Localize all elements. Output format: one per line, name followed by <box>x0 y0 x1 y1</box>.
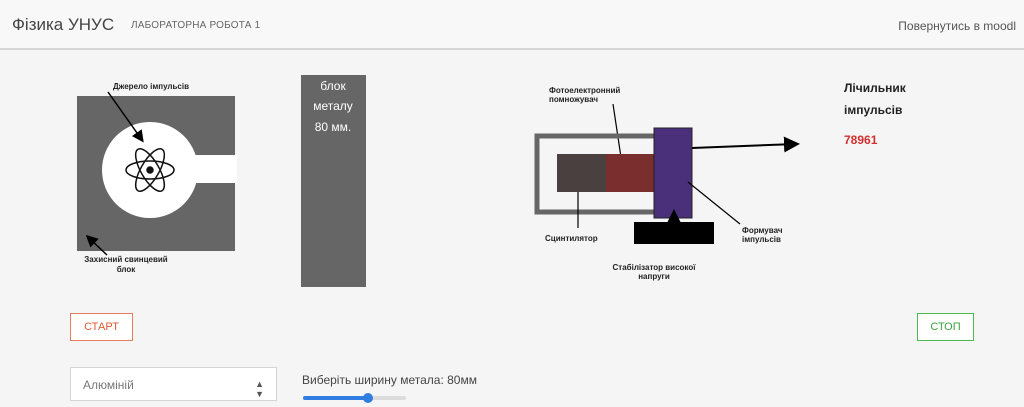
metal-width-slider[interactable] <box>303 393 406 403</box>
shaper-label-line2: імпульсів <box>742 235 781 244</box>
material-select[interactable]: Алюміній ▲ ▼ <box>70 367 277 401</box>
slider-thumb[interactable] <box>362 393 373 403</box>
pulse-shaper <box>653 127 693 219</box>
slider-fill <box>303 396 368 400</box>
select-caret-icon: ▲ ▼ <box>255 379 264 399</box>
back-to-moodle-link[interactable]: Повернутись в moodl <box>898 19 1016 33</box>
metal-block-line3: 80 мм. <box>315 120 352 134</box>
pmt-label-line2: помножувач <box>549 95 598 104</box>
shaper-pointer-line <box>687 181 741 225</box>
source-label: Джерело імпульсів <box>113 82 189 91</box>
stop-button[interactable]: СТОП <box>917 313 974 341</box>
top-navbar: Фізика УНУС ЛАБОРАТОРНА РОБОТА 1 Поверну… <box>0 0 1024 50</box>
stabilizer-label-line1: Стабілізатор високої <box>613 263 697 272</box>
shield-label-line1: Захисний свинцевий <box>84 255 167 264</box>
counter-value: 78961 <box>844 133 878 147</box>
metal-block-line1: блок <box>320 79 346 93</box>
metal-width-label: Виберіть ширину метала: 80мм <box>302 373 477 387</box>
material-select-value: Алюміній <box>83 378 134 392</box>
lab-diagram: Джерело імпульсів Захисний свинцевий бло… <box>77 75 907 287</box>
counter-title-line2: імпульсів <box>844 103 902 117</box>
shield-label-line2: блок <box>117 265 137 274</box>
start-button[interactable]: СТАРТ <box>70 313 133 341</box>
hv-stabilizer <box>634 222 714 244</box>
stabilizer-label-line2: напруги <box>638 272 670 281</box>
brand-title[interactable]: Фізика УНУС <box>12 15 114 35</box>
output-signal-arrow <box>691 136 800 153</box>
scintillator <box>557 154 607 192</box>
scintillator-label: Сцинтилятор <box>545 234 598 243</box>
photomultiplier <box>606 154 656 192</box>
pmt-label-line1: Фотоелектронний <box>549 86 620 95</box>
counter-title-line1: Лічильник <box>844 81 907 95</box>
lab-subtitle: ЛАБОРАТОРНА РОБОТА 1 <box>131 20 261 31</box>
shaper-label-line1: Формувач <box>742 226 783 235</box>
metal-block-line2: металу <box>313 99 353 113</box>
